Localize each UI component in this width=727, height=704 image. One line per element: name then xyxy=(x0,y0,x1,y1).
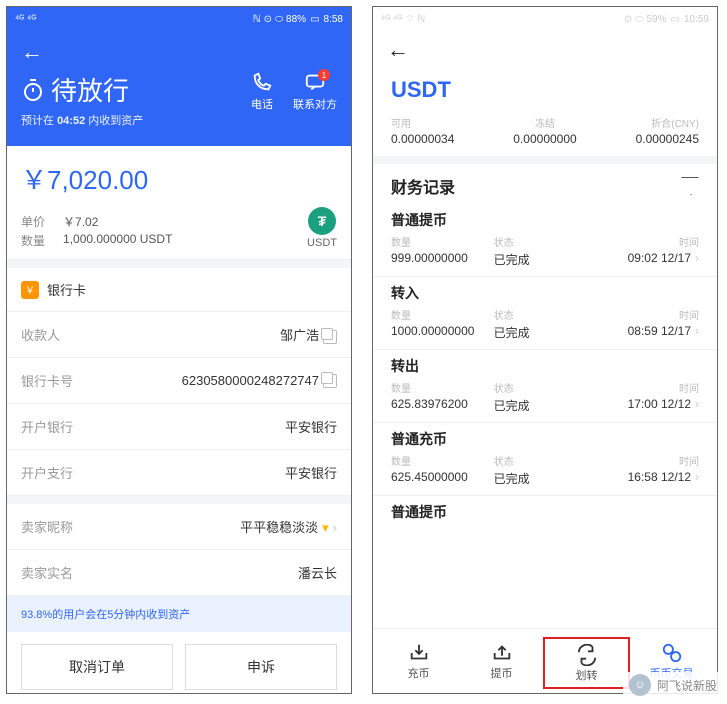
status-bar: ⁴ᴳ ⁴ᴳ ℕ ⊙ ⬭ 88% ▭ 8:58 xyxy=(7,7,351,31)
vip-icon: ▾ xyxy=(322,520,329,535)
status-bar: ⁴ᴳ ⁴ᴳ ⌔ ℕ ⊙ ⬭ 59% ▭ 10:59 xyxy=(373,7,717,31)
copy-icon[interactable] xyxy=(323,374,337,388)
bank-row: 开户银行 平安银行 xyxy=(7,404,351,450)
filter-icon[interactable] xyxy=(681,177,699,195)
eta-text: 预计在 04:52 内收到资产 xyxy=(21,112,143,128)
exchange-icon xyxy=(661,641,683,665)
tip-banner: 93.8%的用户会在5分钟内收到资产 xyxy=(7,596,351,632)
watermark: ☺ 阿飞说新股 xyxy=(623,672,723,698)
chevron-right-icon: › xyxy=(695,251,699,265)
appeal-button[interactable]: 申诉 xyxy=(185,644,337,690)
chevron-right-icon: › xyxy=(695,470,699,484)
deposit-icon xyxy=(408,641,430,665)
chevron-right-icon: › xyxy=(695,397,699,411)
withdraw-icon xyxy=(491,641,513,665)
page-title: 待放行 xyxy=(51,71,129,108)
call-button[interactable]: 电话 xyxy=(251,71,273,112)
seller-nick-row[interactable]: 卖家昵称 平平稳稳淡淡▾› xyxy=(7,504,351,550)
transfer-icon xyxy=(576,643,598,667)
bankcard-icon: ￥ xyxy=(21,281,39,299)
tab-withdraw[interactable]: 提币 xyxy=(460,637,543,689)
record-row[interactable]: 转入 数量状态时间 1000.00000000已完成08:59 12/17› xyxy=(373,277,717,350)
phone-usdt-records: ⁴ᴳ ⁴ᴳ ⌔ ℕ ⊙ ⬭ 59% ▭ 10:59 ← USDT 可用 0.00… xyxy=(372,6,718,694)
records-title: 财务记录 xyxy=(391,174,455,198)
chevron-right-icon: › xyxy=(695,324,699,338)
coin-badge: ₮ USDT xyxy=(307,207,337,249)
phone-pending-release: ⁴ᴳ ⁴ᴳ ℕ ⊙ ⬭ 88% ▭ 8:58 ← 待放行 预计 xyxy=(6,6,352,694)
tab-deposit[interactable]: 充币 xyxy=(377,637,460,689)
copy-icon[interactable] xyxy=(323,330,337,344)
badge: 1 xyxy=(318,69,330,81)
payment-method-section: ￥ 银行卡 xyxy=(7,268,351,312)
chat-icon: 1 xyxy=(304,71,326,93)
tab-transfer[interactable]: 划转 xyxy=(543,637,630,689)
page-title: USDT xyxy=(373,69,717,115)
payee-row: 收款人 邹广浩 xyxy=(7,312,351,358)
header: ← 待放行 预计在 04:52 内收到资产 xyxy=(7,31,351,146)
chevron-right-icon: › xyxy=(333,520,337,535)
cancel-order-button[interactable]: 取消订单 xyxy=(21,644,173,690)
balance-summary: 可用 0.00000034 冻结 0.00000000 折合(CNY) 0.00… xyxy=(373,115,717,156)
cardno-row: 银行卡号 6230580000248272747 xyxy=(7,358,351,404)
record-row[interactable]: 普通提币 xyxy=(373,496,717,566)
stopwatch-icon xyxy=(21,78,45,102)
contact-button[interactable]: 1 联系对方 xyxy=(293,71,337,112)
amount-card: ￥7,020.00 单价￥7.02 数量1,000.000000 USDT ₮ … xyxy=(7,146,351,260)
back-button[interactable]: ← xyxy=(21,35,337,71)
record-row[interactable]: 普通充币 数量状态时间 625.45000000已完成16:58 12/12› xyxy=(373,423,717,496)
record-row[interactable]: 普通提币 数量状态时间 999.00000000已完成09:02 12/17› xyxy=(373,204,717,277)
branch-row: 开户支行 平安银行 xyxy=(7,450,351,496)
record-row[interactable]: 转出 数量状态时间 625.83976200已完成17:00 12/12› xyxy=(373,350,717,423)
avatar-icon: ☺ xyxy=(629,674,651,696)
seller-name-row: 卖家实名 潘云长 xyxy=(7,550,351,596)
tether-icon: ₮ xyxy=(308,207,336,235)
phone-icon xyxy=(251,71,273,93)
back-button[interactable]: ← xyxy=(373,31,717,69)
total-amount: ￥7,020.00 xyxy=(21,160,337,197)
